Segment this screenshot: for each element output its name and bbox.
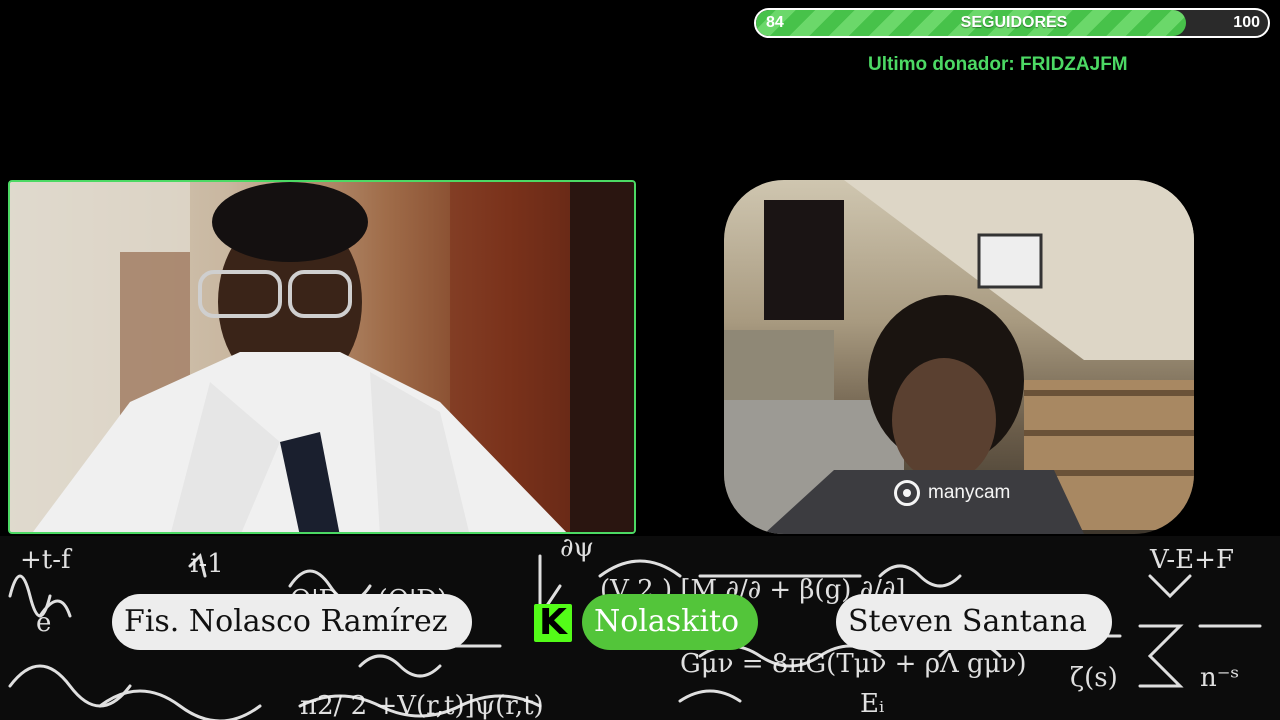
svg-text:Eᵢ: Eᵢ <box>860 689 884 719</box>
svg-text:V-E+F: V-E+F <box>1149 545 1234 575</box>
svg-text:ζ(s): ζ(s) <box>1070 663 1118 693</box>
guest-name-tag: Steven Santana <box>836 594 1112 650</box>
svg-text:Gμν = 8πG(Tμν + ρΛ gμν): Gμν = 8πG(Tμν + ρΛ gμν) <box>680 649 1027 679</box>
host-camera-feed <box>8 180 636 534</box>
channel-name-tag: Nolaskito <box>582 594 758 650</box>
svg-text:∂ψ: ∂ψ <box>560 536 594 563</box>
kick-logo-icon: K <box>534 604 572 642</box>
host-video-frame <box>10 182 634 532</box>
svg-text:+t-f: +t-f <box>20 545 73 575</box>
svg-text:π2/ 2 +V(r,t)]ψ(r,t): π2/ 2 +V(r,t)]ψ(r,t) <box>300 691 544 720</box>
guest-camera-feed: manycam <box>724 180 1194 534</box>
follower-goal-label: SEGUIDORES <box>960 14 1068 31</box>
manycam-watermark-text: manycam <box>928 482 1011 503</box>
host-name-tag: Fis. Nolasco Ramírez <box>112 594 472 650</box>
svg-text:i-1: i-1 <box>190 549 224 579</box>
manycam-watermark: manycam <box>894 480 1010 506</box>
follower-goal-target: 100 <box>1233 14 1260 31</box>
svg-text:e: e <box>36 608 51 638</box>
svg-text:n⁻ˢ: n⁻ˢ <box>1200 663 1239 693</box>
last-donor-text: Ultimo donador: FRIDZAJFM <box>868 54 1128 75</box>
follower-goal-bar: 84 SEGUIDORES 100 <box>754 8 1270 38</box>
manycam-logo-icon <box>894 480 920 506</box>
